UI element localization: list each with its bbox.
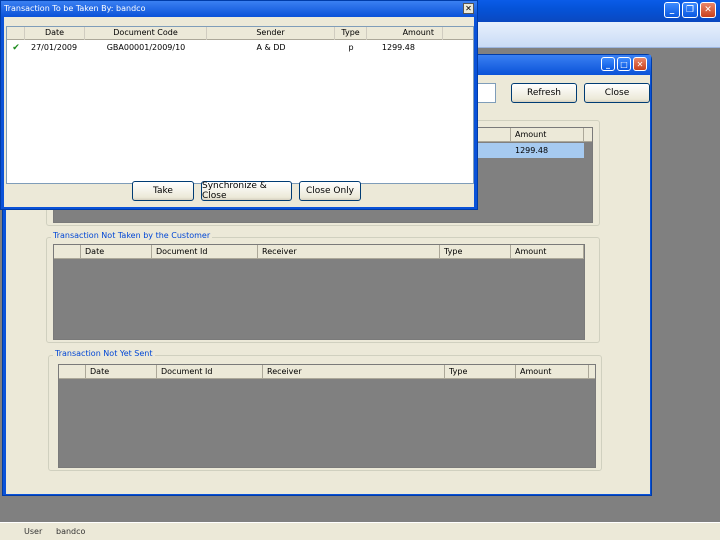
status-user-label: User <box>24 527 43 536</box>
not-yet-sent-group-title: Transaction Not Yet Sent <box>53 349 155 358</box>
column-header-type[interactable]: Type <box>445 365 516 379</box>
amount-cell: 1299.48 <box>515 146 549 155</box>
column-header-type[interactable]: Type <box>335 27 367 40</box>
not-taken-grid: Date Document Id Receiver Type Amount <box>53 244 585 340</box>
restore-icon[interactable]: ❐ <box>682 2 698 18</box>
column-header-amount[interactable]: Amount <box>516 365 589 379</box>
column-header-date[interactable]: Date <box>81 245 152 259</box>
column-header-amount[interactable]: Amount <box>367 27 443 40</box>
status-bar: User bandco <box>0 522 720 540</box>
dialog-title: Transaction To be Taken By: bandco <box>1 1 477 17</box>
not-taken-group-title: Transaction Not Taken by the Customer <box>51 231 213 240</box>
sender-cell: A & DD <box>256 43 286 52</box>
minimize-icon[interactable]: _ <box>664 2 680 18</box>
document-code-cell: GBA00001/2009/10 <box>106 43 186 52</box>
close-icon[interactable]: ✕ <box>463 3 474 14</box>
column-header-type[interactable]: Type <box>440 245 511 259</box>
column-header-receiver[interactable]: Receiver <box>263 365 445 379</box>
type-cell: p <box>348 43 354 52</box>
minimize-icon[interactable]: _ <box>601 57 615 71</box>
transaction-to-be-taken-dialog: Transaction To be Taken By: bandco ✕ Dat… <box>0 0 478 210</box>
checkmark-icon[interactable]: ✔ <box>7 42 25 54</box>
close-button[interactable]: Close <box>584 83 650 103</box>
column-header-sender[interactable]: Sender <box>207 27 335 40</box>
list-header: Date Document Code Sender Type Amount <box>7 27 473 40</box>
column-header-amount[interactable]: Amount <box>511 128 584 142</box>
column-header-date[interactable]: Date <box>86 365 157 379</box>
synchronize-close-button[interactable]: Synchronize & Close <box>201 181 292 201</box>
not-taken-group: Transaction Not Taken by the Customer Da… <box>46 231 600 343</box>
not-yet-sent-grid: Date Document Id Receiver Type Amount <box>58 364 596 468</box>
not-yet-sent-group: Transaction Not Yet Sent Date Document I… <box>48 349 602 471</box>
dialog-body: Date Document Code Sender Type Amount ✔ … <box>4 17 474 207</box>
column-header-receiver[interactable]: Receiver <box>258 245 440 259</box>
close-icon[interactable]: ✕ <box>700 2 716 18</box>
child-window-controls: _ □ ✕ <box>601 57 647 71</box>
refresh-button[interactable]: Refresh <box>511 83 577 103</box>
list-item[interactable]: ✔ 27/01/2009 GBA00001/2009/10 A & DD p 1… <box>7 42 473 54</box>
column-header-document-code[interactable]: Document Code <box>85 27 207 40</box>
take-button[interactable]: Take <box>132 181 194 201</box>
column-header-amount[interactable]: Amount <box>511 245 584 259</box>
column-header-date[interactable]: Date <box>25 27 85 40</box>
close-icon[interactable]: ✕ <box>633 57 647 71</box>
grid-header: Date Document Id Receiver Type Amount <box>54 245 584 259</box>
maximize-icon[interactable]: □ <box>617 57 631 71</box>
close-only-button[interactable]: Close Only <box>299 181 361 201</box>
grid-header: Date Document Id Receiver Type Amount <box>59 365 595 379</box>
transactions-list: Date Document Code Sender Type Amount ✔ … <box>6 26 474 184</box>
status-user-value: bandco <box>56 527 86 536</box>
column-header-document-id[interactable]: Document Id <box>157 365 263 379</box>
date-cell: 27/01/2009 <box>31 43 78 52</box>
app-window-controls: _ ❐ ✕ <box>664 2 716 18</box>
column-header-document-id[interactable]: Document Id <box>152 245 258 259</box>
amount-cell: 1299.48 <box>381 43 415 52</box>
